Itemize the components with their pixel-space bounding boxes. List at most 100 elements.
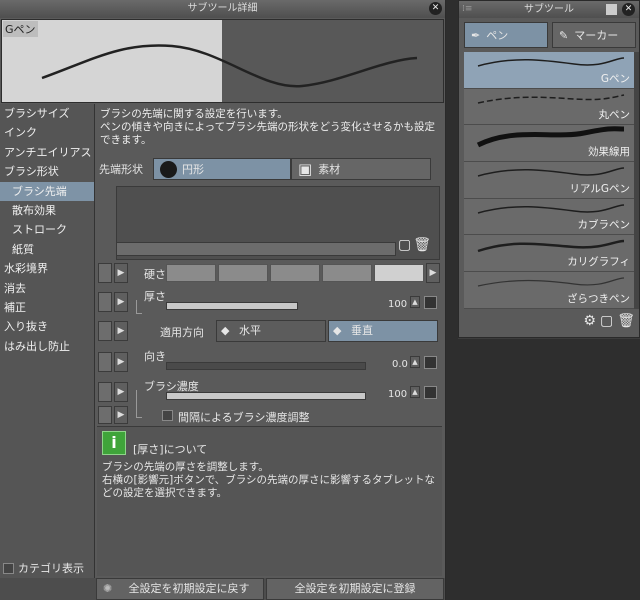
- category-watercolor-edge[interactable]: 水彩境界: [0, 259, 94, 278]
- hardness-level-1[interactable]: [166, 264, 216, 282]
- tip-list-scrollbar[interactable]: [116, 242, 396, 256]
- expand-arrow-icon[interactable]: ▶: [114, 321, 128, 341]
- category-start-end[interactable]: 入り抜き: [0, 317, 94, 336]
- reset-all-button[interactable]: ✺ 全設定を初期設定に戻す: [96, 578, 264, 600]
- interval-density-checkbox[interactable]: [162, 410, 173, 421]
- expand-arrow-icon[interactable]: ▶: [114, 382, 128, 402]
- subtool-name: カリグラフィ: [567, 256, 630, 269]
- thickness-slider[interactable]: [166, 302, 298, 310]
- trash-icon[interactable]: 🗑: [617, 313, 635, 329]
- close-icon[interactable]: ✕: [622, 3, 635, 16]
- category-correction[interactable]: 補正: [0, 298, 94, 317]
- subtool-name: 丸ペン: [598, 109, 631, 122]
- tip-shape-row: 先端形状 円形 ▣ 素材: [97, 158, 442, 180]
- tip-circle-button[interactable]: 円形: [153, 158, 291, 180]
- vertical-icon: ◆: [333, 324, 342, 337]
- category-overflow-prevention[interactable]: はみ出し防止: [0, 337, 94, 356]
- tab-marker[interactable]: ✎ マーカー: [552, 22, 636, 48]
- tip-material-button[interactable]: ▣ 素材: [291, 158, 431, 180]
- subtool-item[interactable]: カリグラフィ: [464, 235, 634, 273]
- direction-horizontal-button[interactable]: ◆ 水平: [216, 320, 326, 342]
- interval-density-row: ▶ 間隔によるブラシ濃度調整: [98, 406, 440, 426]
- subtool-item[interactable]: 効果線用: [464, 125, 634, 163]
- expand-arrow-icon[interactable]: ▶: [114, 352, 128, 372]
- panel-titlebar[interactable]: ⁞≡ サブツール ✕: [459, 1, 639, 18]
- tip-circle-label: 円形: [182, 163, 204, 176]
- direction-label: 向き: [144, 350, 166, 363]
- density-spin-icon[interactable]: ▲: [410, 386, 420, 398]
- category-description: ブラシの先端に関する設定を行います。 ペンの傾きや向きによってブラシ先端の形状を…: [100, 108, 435, 146]
- workspace-background: [458, 339, 640, 600]
- hardness-level-3[interactable]: [270, 264, 320, 282]
- register-all-label: 全設定を初期設定に登録: [294, 582, 416, 595]
- hardness-level-2[interactable]: [218, 264, 268, 282]
- category-paper-texture[interactable]: 紙質: [0, 240, 94, 259]
- category-display-toggle[interactable]: カテゴリ表示: [3, 560, 84, 576]
- tab-pen[interactable]: ✒ ペン: [464, 22, 548, 48]
- add-material-icon[interactable]: ▢: [398, 237, 411, 253]
- tip-material-label: 素材: [318, 163, 341, 176]
- subtool-item[interactable]: Gペン: [464, 52, 634, 89]
- expand-arrow-icon[interactable]: ▶: [114, 406, 128, 424]
- pin-button[interactable]: [98, 406, 112, 424]
- direction-spin-icon[interactable]: ▲: [410, 356, 420, 368]
- hardness-next-icon[interactable]: ▶: [426, 263, 440, 283]
- info-icon: i: [102, 431, 126, 455]
- hardness-row: ▶ 硬さ ▶: [98, 262, 440, 284]
- subtool-list-scrollbar[interactable]: [634, 52, 639, 309]
- pin-button[interactable]: [98, 292, 112, 312]
- category-ink[interactable]: インク: [0, 123, 94, 142]
- subtool-name: カブラペン: [577, 219, 631, 232]
- hardness-level-5[interactable]: [374, 264, 424, 282]
- category-spray-effect[interactable]: 散布効果: [0, 201, 94, 220]
- grip-icon[interactable]: ⁞≡: [462, 1, 472, 18]
- category-stroke[interactable]: ストローク: [0, 220, 94, 239]
- hardness-level-4[interactable]: [322, 264, 372, 282]
- category-brush-tip[interactable]: ブラシ先端: [0, 181, 94, 201]
- subtool-item[interactable]: リアルGペン: [464, 162, 634, 199]
- category-list: ブラシサイズ インク アンチエイリアス ブラシ形状 ブラシ先端 散布効果 ストロ…: [0, 104, 95, 578]
- tab-marker-label: マーカー: [574, 29, 619, 42]
- subtool-name: リアルGペン: [569, 182, 630, 195]
- tab-pen-label: ペン: [486, 29, 509, 42]
- expand-arrow-icon[interactable]: ▶: [114, 292, 128, 312]
- density-slider[interactable]: [166, 392, 366, 400]
- panel-title: サブツール: [524, 4, 574, 15]
- category-antialias[interactable]: アンチエイリアス: [0, 143, 94, 162]
- pin-button[interactable]: [98, 263, 112, 283]
- thickness-source-button[interactable]: [424, 296, 437, 309]
- hardness-label: 硬さ: [144, 268, 166, 281]
- category-display-checkbox[interactable]: [3, 562, 14, 574]
- tool-settings-icon[interactable]: ⚙: [583, 313, 596, 329]
- category-erase[interactable]: 消去: [0, 279, 94, 298]
- subtool-name: Gペン: [600, 72, 630, 85]
- direction-vertical-button[interactable]: ◆ 垂直: [328, 320, 438, 342]
- pin-button[interactable]: [98, 321, 112, 341]
- register-all-button[interactable]: 全設定を初期設定に登録: [266, 578, 444, 600]
- expand-arrow-icon[interactable]: ▶: [114, 263, 128, 283]
- category-brush-size[interactable]: ブラシサイズ: [0, 104, 94, 123]
- subtool-item[interactable]: カブラペン: [464, 199, 634, 236]
- new-subtool-icon[interactable]: ▢: [600, 313, 613, 329]
- dialog-footer: ✺ 全設定を初期設定に戻す 全設定を初期設定に登録: [0, 578, 445, 600]
- direction-slider[interactable]: [166, 362, 366, 370]
- close-icon[interactable]: ✕: [429, 2, 442, 15]
- minimize-icon[interactable]: [606, 4, 617, 15]
- trash-icon[interactable]: 🗑: [413, 237, 431, 253]
- thickness-label: 厚さ: [144, 290, 166, 303]
- stroke-preview: Gペン: [1, 19, 444, 103]
- thickness-spin-icon[interactable]: ▲: [410, 296, 420, 308]
- pin-button[interactable]: [98, 352, 112, 372]
- direction-source-button[interactable]: [424, 356, 437, 369]
- subtool-item[interactable]: ざらつきペン: [464, 272, 634, 309]
- settings-area: ブラシの先端に関する設定を行います。 ペンの傾きや向きによってブラシ先端の形状を…: [96, 104, 444, 578]
- dialog-titlebar[interactable]: サブツール詳細 ✕: [0, 0, 445, 18]
- category-brush-shape[interactable]: ブラシ形状: [0, 162, 94, 181]
- subtool-list: Gペン 丸ペン 効果線用 リアルGペン カブラペン カリグラフィ ざらつきペン: [464, 52, 634, 309]
- density-source-button[interactable]: [424, 386, 437, 399]
- marker-icon: ✎: [559, 28, 569, 42]
- category-display-label: カテゴリ表示: [18, 562, 84, 575]
- pin-button[interactable]: [98, 382, 112, 402]
- subtool-item[interactable]: 丸ペン: [464, 89, 634, 126]
- density-value: 100: [388, 389, 408, 400]
